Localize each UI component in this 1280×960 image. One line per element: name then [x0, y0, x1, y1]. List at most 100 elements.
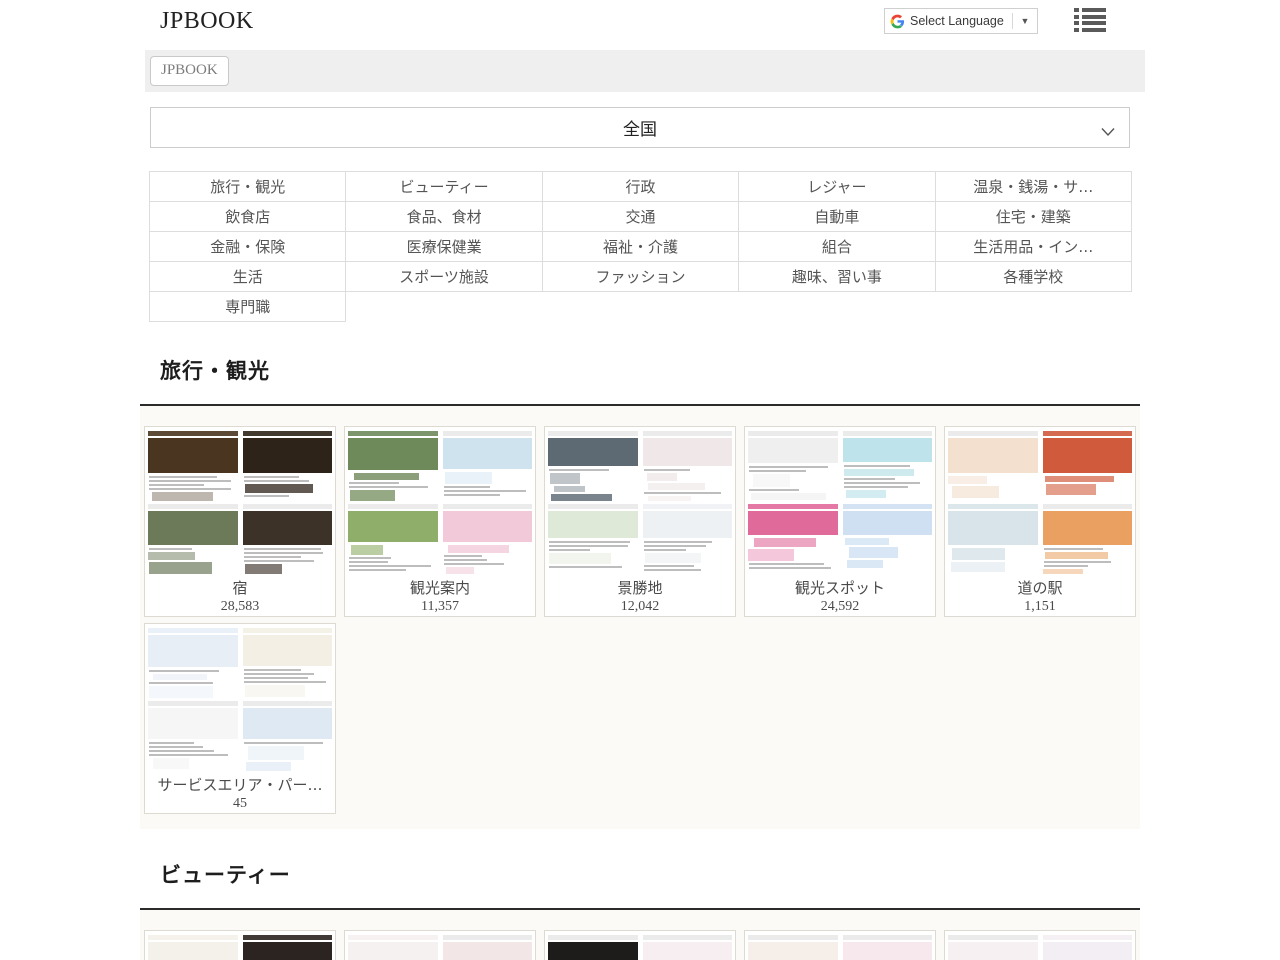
category-card[interactable] [344, 930, 536, 960]
category-cell[interactable]: ファッション [542, 262, 738, 292]
card-count: 28,583 [145, 599, 335, 615]
category-cell-empty [346, 292, 542, 322]
category-card[interactable]: 道の駅1,151 [944, 426, 1136, 617]
category-row: 金融・保険医療保健業福祉・介護組合生活用品・イン… [150, 232, 1132, 262]
category-table: 旅行・観光ビューティー行政レジャー温泉・銭湯・サ…飲食店食品、食材交通自動車住宅… [149, 171, 1132, 322]
category-cell[interactable]: 交通 [542, 202, 738, 232]
category-cell[interactable]: 旅行・観光 [150, 172, 346, 202]
category-row: 生活スポーツ施設ファッション趣味、習い事各種学校 [150, 262, 1132, 292]
category-cell[interactable]: 生活用品・イン… [935, 232, 1131, 262]
thumbnail-mock [641, 933, 735, 960]
thumbnail-mock [346, 429, 440, 501]
thumbnail-quadrant [946, 933, 1040, 960]
category-card[interactable]: 観光案内11,357 [344, 426, 536, 617]
thumbnail-mock [241, 933, 335, 960]
card-thumbnail [746, 933, 934, 960]
card-thumbnail [546, 429, 734, 574]
card-count: 11,357 [345, 599, 535, 615]
category-cell[interactable]: 食品、食材 [346, 202, 542, 232]
category-cell[interactable]: 医療保健業 [346, 232, 542, 262]
thumbnail-quadrant [146, 429, 240, 501]
thumbnail-quadrant [546, 502, 640, 574]
chevron-down-icon[interactable]: ▼ [1018, 16, 1032, 26]
thumbnail-quadrant [146, 502, 240, 574]
category-cell[interactable]: スポーツ施設 [346, 262, 542, 292]
list-menu-icon[interactable] [1074, 6, 1106, 34]
page-root: JPBOOK Select Language ▼ JPBOOK [0, 0, 1280, 960]
thumbnail-mock [346, 933, 440, 960]
category-card[interactable]: 宿28,583 [144, 426, 336, 617]
thumbnail-mock [946, 933, 1040, 960]
thumbnail-quadrant [746, 429, 840, 501]
category-cell[interactable]: 飲食店 [150, 202, 346, 232]
card-thumbnail [946, 429, 1134, 574]
category-cell[interactable]: 金融・保険 [150, 232, 346, 262]
section-title: 旅行・観光 [160, 355, 270, 385]
category-cell[interactable]: 組合 [739, 232, 935, 262]
thumbnail-mock [641, 502, 735, 574]
category-cell[interactable]: 行政 [542, 172, 738, 202]
card-title: 景勝地 [545, 577, 735, 598]
category-cell-empty [739, 292, 935, 322]
thumbnail-mock [241, 699, 335, 771]
category-cell[interactable]: 各種学校 [935, 262, 1131, 292]
thumbnail-mock [146, 933, 240, 960]
card-thumbnail [746, 429, 934, 574]
card-title: 観光案内 [345, 577, 535, 598]
category-cell[interactable]: ビューティー [346, 172, 542, 202]
category-cell[interactable]: 生活 [150, 262, 346, 292]
translate-label: Select Language [910, 14, 1007, 28]
category-cell[interactable]: 住宅・建築 [935, 202, 1131, 232]
card-count: 1,151 [945, 599, 1135, 615]
thumbnail-quadrant [946, 502, 1040, 574]
category-card[interactable] [144, 930, 336, 960]
thumbnail-mock [546, 933, 640, 960]
thumbnail-mock [1041, 933, 1135, 960]
card-thumbnail [946, 933, 1134, 960]
thumbnail-mock [841, 502, 935, 574]
category-card[interactable] [744, 930, 936, 960]
thumbnail-quadrant [641, 429, 735, 501]
category-card[interactable] [944, 930, 1136, 960]
thumbnail-quadrant [241, 502, 335, 574]
thumbnail-quadrant [146, 699, 240, 771]
category-card[interactable] [544, 930, 736, 960]
category-cell[interactable]: 専門職 [150, 292, 346, 322]
google-translate-widget[interactable]: Select Language ▼ [884, 8, 1038, 34]
site-header: JPBOOK Select Language ▼ [0, 0, 1280, 45]
menu-row [1074, 21, 1106, 25]
breadcrumb-item-jpbook[interactable]: JPBOOK [150, 56, 229, 86]
thumbnail-mock [546, 502, 640, 574]
thumbnail-mock [1041, 502, 1135, 574]
thumbnail-mock [441, 933, 535, 960]
thumbnail-mock [641, 429, 735, 501]
category-cell[interactable]: 自動車 [739, 202, 935, 232]
menu-row [1074, 8, 1106, 12]
card-title: 宿 [145, 577, 335, 598]
thumbnail-quadrant [641, 933, 735, 960]
category-cell[interactable]: 温泉・銭湯・サ… [935, 172, 1131, 202]
thumbnail-quadrant [546, 933, 640, 960]
region-select-value: 全国 [623, 115, 657, 140]
region-select[interactable]: 全国 [150, 107, 1130, 148]
category-cell[interactable]: 福祉・介護 [542, 232, 738, 262]
thumbnail-quadrant [1041, 429, 1135, 501]
section-title: ビューティー [160, 859, 291, 889]
thumbnail-mock [146, 502, 240, 574]
category-card[interactable]: 景勝地12,042 [544, 426, 736, 617]
thumbnail-quadrant [746, 933, 840, 960]
category-cell[interactable]: レジャー [739, 172, 935, 202]
category-cell[interactable]: 趣味、習い事 [739, 262, 935, 292]
menu-row [1074, 15, 1106, 19]
breadcrumb: JPBOOK [145, 50, 1145, 92]
thumbnail-mock [946, 429, 1040, 501]
category-row: 飲食店食品、食材交通自動車住宅・建築 [150, 202, 1132, 232]
category-card[interactable]: 観光スポット24,592 [744, 426, 936, 617]
thumbnail-quadrant [441, 429, 535, 501]
card-thumbnail [346, 429, 534, 574]
site-brand-title[interactable]: JPBOOK [160, 8, 254, 34]
category-cell-empty [542, 292, 738, 322]
card-thumbnail [146, 626, 334, 771]
category-card[interactable]: サービスエリア・パー…45 [144, 623, 336, 814]
thumbnail-quadrant [841, 502, 935, 574]
